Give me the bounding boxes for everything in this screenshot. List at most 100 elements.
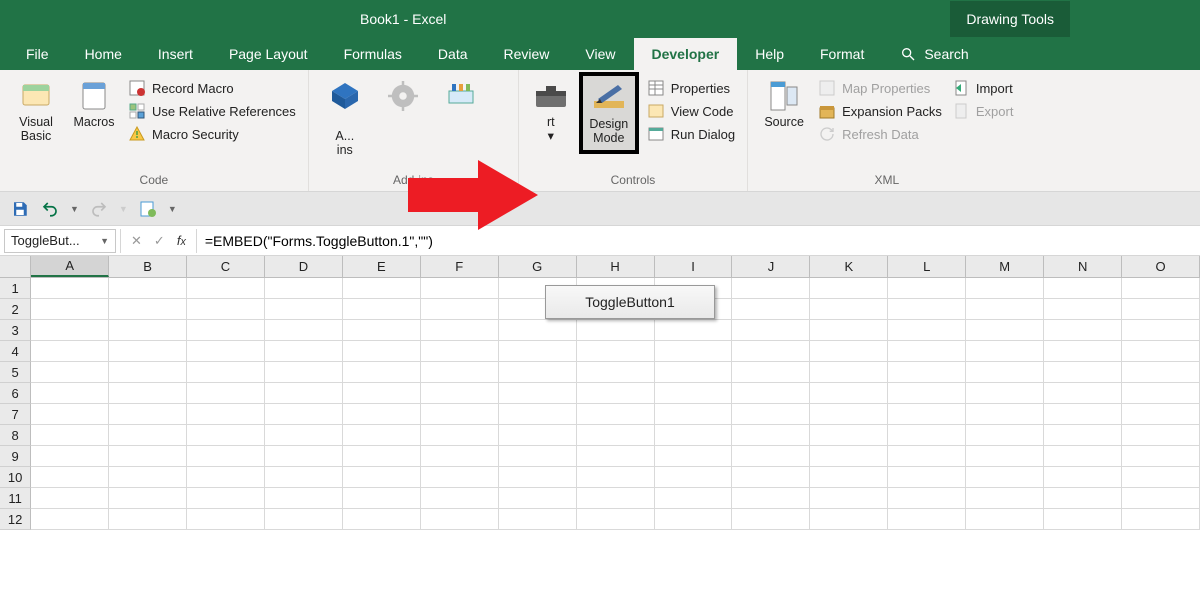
- cell[interactable]: [265, 509, 343, 530]
- cell[interactable]: [732, 299, 810, 320]
- col-header[interactable]: G: [499, 256, 577, 277]
- cell[interactable]: [343, 278, 421, 299]
- col-header[interactable]: K: [810, 256, 888, 277]
- row-header[interactable]: 11: [0, 488, 31, 509]
- cell[interactable]: [732, 467, 810, 488]
- cell[interactable]: [655, 383, 733, 404]
- col-header[interactable]: M: [966, 256, 1044, 277]
- cell[interactable]: [499, 383, 577, 404]
- col-header[interactable]: I: [655, 256, 733, 277]
- record-macro-button[interactable]: Record Macro: [126, 78, 298, 98]
- cell[interactable]: [187, 278, 265, 299]
- cell[interactable]: [31, 278, 109, 299]
- cell[interactable]: [577, 362, 655, 383]
- cell[interactable]: [1044, 383, 1122, 404]
- cell[interactable]: [732, 362, 810, 383]
- cell[interactable]: [109, 299, 187, 320]
- cell[interactable]: [966, 341, 1044, 362]
- col-header[interactable]: N: [1044, 256, 1122, 277]
- cell[interactable]: [888, 383, 966, 404]
- tab-help[interactable]: Help: [737, 38, 802, 70]
- cell[interactable]: [421, 488, 499, 509]
- cell[interactable]: [1044, 362, 1122, 383]
- cell[interactable]: [655, 320, 733, 341]
- cell[interactable]: [265, 383, 343, 404]
- addins-button[interactable]: Add-ins A...ins: [319, 76, 371, 159]
- cell[interactable]: [577, 467, 655, 488]
- cell[interactable]: [577, 404, 655, 425]
- tab-developer[interactable]: Developer: [634, 38, 738, 70]
- run-dialog-button[interactable]: Run Dialog: [645, 124, 737, 144]
- cell[interactable]: [732, 320, 810, 341]
- row-header[interactable]: 3: [0, 320, 31, 341]
- cell[interactable]: [265, 404, 343, 425]
- save-button[interactable]: [10, 199, 30, 219]
- cell[interactable]: [655, 488, 733, 509]
- cell[interactable]: [888, 404, 966, 425]
- cell[interactable]: [1122, 341, 1200, 362]
- undo-dropdown-icon[interactable]: ▼: [70, 204, 79, 214]
- cell[interactable]: [966, 404, 1044, 425]
- col-header[interactable]: C: [187, 256, 265, 277]
- insert-function-icon[interactable]: fx: [177, 233, 186, 248]
- cell[interactable]: [1044, 425, 1122, 446]
- cell[interactable]: [343, 320, 421, 341]
- cell[interactable]: [499, 320, 577, 341]
- source-button[interactable]: Source: [758, 76, 810, 132]
- cell[interactable]: [810, 341, 888, 362]
- row-header[interactable]: 2: [0, 299, 31, 320]
- col-header[interactable]: H: [577, 256, 655, 277]
- cell[interactable]: [265, 425, 343, 446]
- col-header[interactable]: D: [265, 256, 343, 277]
- cell[interactable]: [1044, 488, 1122, 509]
- cell[interactable]: [655, 446, 733, 467]
- row-header[interactable]: 12: [0, 509, 31, 530]
- cell[interactable]: [966, 509, 1044, 530]
- tab-formulas[interactable]: Formulas: [326, 38, 420, 70]
- cell[interactable]: [888, 446, 966, 467]
- row-header[interactable]: 7: [0, 404, 31, 425]
- cell[interactable]: [343, 488, 421, 509]
- tab-search[interactable]: Search: [882, 38, 986, 70]
- name-box[interactable]: ToggleBut... ▼: [4, 229, 116, 253]
- cell[interactable]: [343, 383, 421, 404]
- cell[interactable]: [966, 383, 1044, 404]
- cell[interactable]: [966, 425, 1044, 446]
- cell[interactable]: [31, 299, 109, 320]
- cell[interactable]: [421, 425, 499, 446]
- cell[interactable]: [577, 341, 655, 362]
- cell[interactable]: [109, 467, 187, 488]
- visual-basic-button[interactable]: Visual Basic: [10, 76, 62, 146]
- cell[interactable]: [1122, 383, 1200, 404]
- cell[interactable]: [577, 425, 655, 446]
- cell[interactable]: [1044, 278, 1122, 299]
- row-header[interactable]: 10: [0, 467, 31, 488]
- cell[interactable]: [888, 320, 966, 341]
- cell[interactable]: [499, 488, 577, 509]
- cell[interactable]: [265, 467, 343, 488]
- col-header[interactable]: O: [1122, 256, 1200, 277]
- view-code-button[interactable]: View Code: [645, 101, 737, 121]
- excel-addins-button[interactable]: [377, 76, 429, 118]
- col-header[interactable]: F: [421, 256, 499, 277]
- cell[interactable]: [732, 488, 810, 509]
- cell[interactable]: [1044, 320, 1122, 341]
- cell[interactable]: [343, 509, 421, 530]
- cell[interactable]: [888, 425, 966, 446]
- formula-input[interactable]: [197, 229, 1200, 253]
- enter-formula-icon[interactable]: ✓: [154, 233, 165, 249]
- cell[interactable]: [499, 362, 577, 383]
- cell[interactable]: [343, 299, 421, 320]
- cell[interactable]: [577, 446, 655, 467]
- import-button[interactable]: Import: [950, 78, 1016, 98]
- cell[interactable]: [810, 446, 888, 467]
- cell[interactable]: [421, 362, 499, 383]
- cell[interactable]: [810, 362, 888, 383]
- cell[interactable]: [1044, 446, 1122, 467]
- cell[interactable]: [421, 320, 499, 341]
- cell[interactable]: [966, 467, 1044, 488]
- cell[interactable]: [109, 425, 187, 446]
- cell[interactable]: [31, 320, 109, 341]
- cell[interactable]: [265, 446, 343, 467]
- cell[interactable]: [31, 425, 109, 446]
